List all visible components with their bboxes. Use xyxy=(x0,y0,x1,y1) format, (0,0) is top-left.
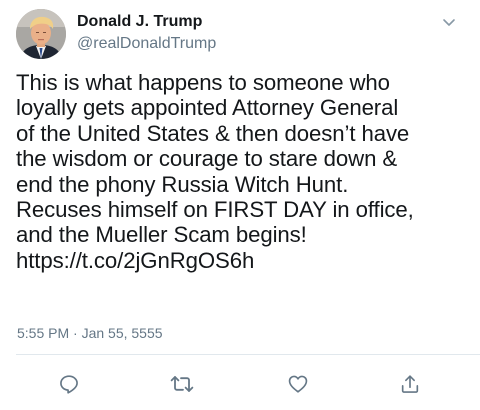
reply-icon xyxy=(60,375,78,394)
divider xyxy=(16,354,480,355)
like-button[interactable] xyxy=(285,371,311,397)
display-name[interactable]: Donald J. Trump xyxy=(77,13,202,31)
user-handle[interactable]: @realDonaldTrump xyxy=(77,35,216,53)
profile-photo-icon xyxy=(16,9,66,59)
retweet-icon xyxy=(170,376,194,392)
share-button[interactable] xyxy=(397,371,423,397)
reply-button[interactable] xyxy=(56,371,82,397)
retweet-button[interactable] xyxy=(169,371,195,397)
like-icon xyxy=(288,375,308,393)
share-icon xyxy=(401,375,419,393)
tweet-timestamp[interactable]: 5:55 PM · Jan 55, 5555 xyxy=(17,325,163,341)
avatar[interactable] xyxy=(16,9,66,59)
tweet-text: This is what happens to someone who loya… xyxy=(16,70,414,273)
tweet-card: Donald J. Trump @realDonaldTrump This is… xyxy=(0,0,480,410)
chevron-down-icon[interactable] xyxy=(440,16,458,30)
